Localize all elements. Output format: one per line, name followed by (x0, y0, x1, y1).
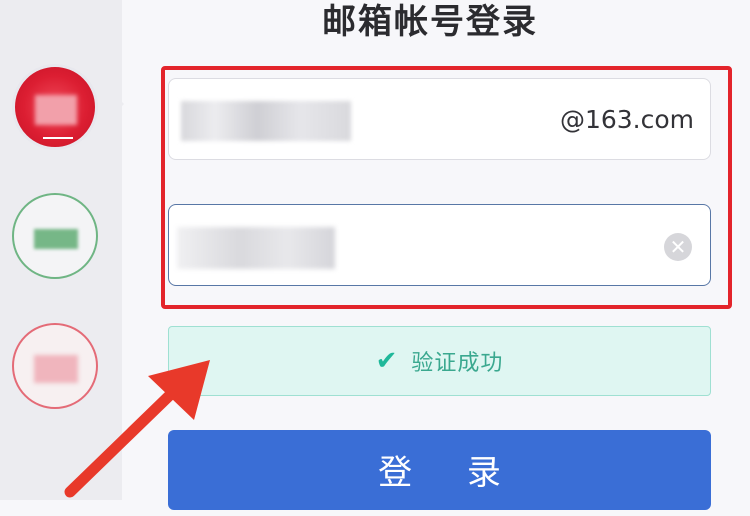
login-button[interactable]: 登 录 (168, 430, 711, 510)
verify-status-text: 验证成功 (411, 351, 504, 376)
mailbox-provider-icon-3[interactable] (12, 323, 98, 409)
mailbox-provider-icon-2[interactable] (12, 193, 98, 279)
mailbox-provider-icon-1[interactable] (12, 64, 98, 150)
captcha-verify-status[interactable]: ✔ 验证成功 (168, 326, 711, 396)
page-title: 邮箱帐号登录 (322, 2, 538, 42)
checkmark-icon: ✔ (375, 346, 398, 376)
blurred-logo (34, 229, 78, 249)
annotation-highlight-box (161, 66, 732, 309)
blurred-logo (34, 355, 78, 383)
blurred-logo (35, 95, 77, 125)
active-underline (43, 137, 73, 139)
account-type-sidebar (0, 0, 124, 500)
active-indicator-notch (112, 92, 124, 116)
